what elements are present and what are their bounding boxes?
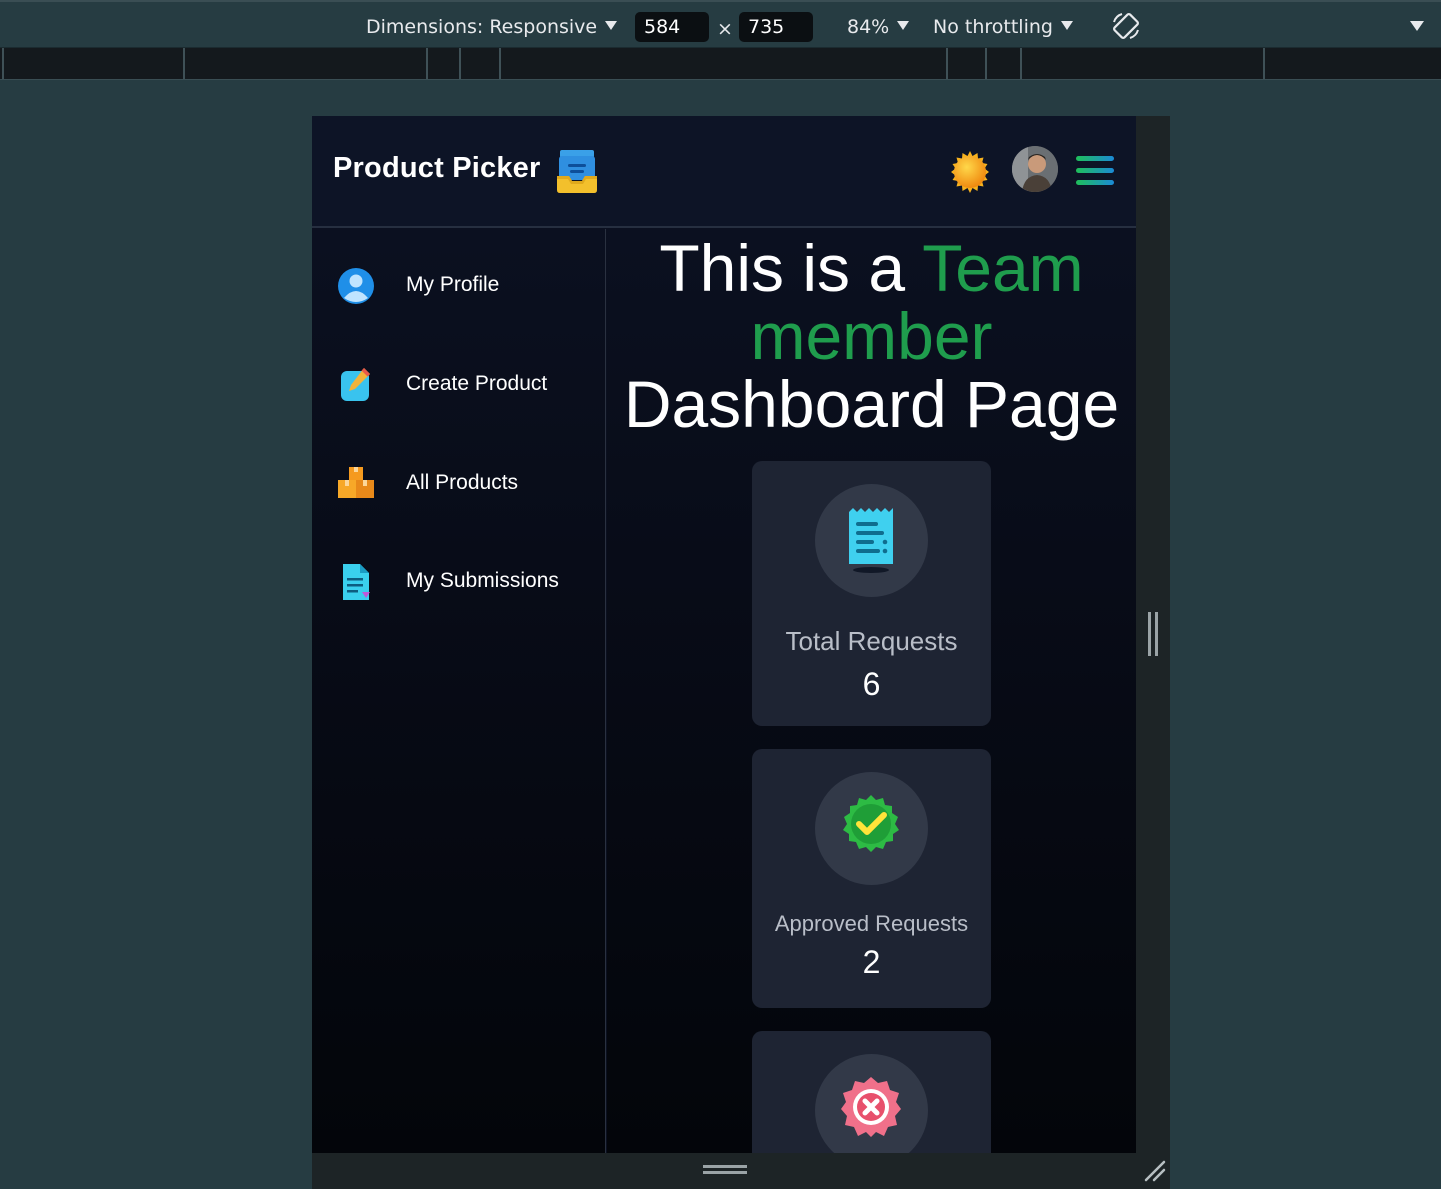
caret-down-icon bbox=[897, 21, 910, 30]
times-sign: × bbox=[717, 18, 733, 40]
dimensions-label: Dimensions: Responsive bbox=[366, 16, 598, 38]
heading-text: Dashboard Page bbox=[623, 367, 1120, 441]
sidebar-item-all-products[interactable]: All Products bbox=[336, 462, 596, 506]
sidebar-item-create-product[interactable]: Create Product bbox=[336, 363, 596, 407]
inbox-tray-icon bbox=[557, 150, 597, 193]
width-input[interactable]: 584 bbox=[635, 12, 709, 42]
boxes-icon bbox=[338, 467, 374, 498]
corner-resize-icon[interactable] bbox=[1142, 1158, 1166, 1182]
user-avatar[interactable] bbox=[1012, 146, 1058, 192]
brand-title[interactable]: Product Picker bbox=[333, 152, 541, 185]
icon-circle bbox=[815, 772, 928, 885]
avatar-photo-icon bbox=[1012, 146, 1058, 192]
receipt-icon bbox=[849, 508, 893, 573]
height-input[interactable]: 735 bbox=[739, 12, 813, 42]
heading-text: This is a bbox=[659, 231, 923, 305]
media-query-segment[interactable] bbox=[985, 48, 987, 79]
heading-highlight: member bbox=[750, 299, 993, 373]
rejected-badge-icon bbox=[841, 1077, 901, 1137]
main-content: This is a Team member Dashboard Page Tot… bbox=[607, 229, 1136, 1153]
media-query-segment[interactable] bbox=[1020, 48, 1022, 79]
stat-card-total-requests: Total Requests 6 bbox=[752, 461, 991, 726]
sidebar-item-my-submissions[interactable]: My Submissions bbox=[336, 560, 596, 604]
zoom-dropdown[interactable]: 84% bbox=[847, 15, 910, 39]
document-icon bbox=[343, 564, 370, 600]
throttling-label: No throttling bbox=[933, 16, 1053, 38]
width-resize-handle[interactable] bbox=[1148, 612, 1158, 656]
dimensions-dropdown[interactable]: Dimensions: Responsive bbox=[366, 15, 618, 39]
media-query-segment[interactable] bbox=[183, 48, 185, 79]
stat-card-rejected-requests bbox=[752, 1031, 991, 1153]
sidebar-item-label: Create Product bbox=[406, 372, 548, 395]
media-query-segment[interactable] bbox=[499, 48, 501, 79]
media-query-segment[interactable] bbox=[459, 48, 461, 79]
icon-circle bbox=[815, 1054, 928, 1153]
approved-badge-icon bbox=[843, 795, 899, 852]
caret-down-icon bbox=[1060, 21, 1073, 30]
rotate-icon[interactable] bbox=[1110, 10, 1142, 42]
more-options-icon[interactable] bbox=[1410, 21, 1424, 31]
sidebar-item-label: My Profile bbox=[406, 273, 500, 296]
card-title: Total Requests bbox=[785, 626, 958, 656]
pencil-note-icon bbox=[341, 368, 370, 401]
sidebar-item-label: All Products bbox=[406, 471, 519, 494]
icon-circle bbox=[815, 484, 928, 597]
media-query-segment[interactable] bbox=[2, 48, 4, 79]
media-query-segment[interactable] bbox=[946, 48, 948, 79]
media-query-segment[interactable] bbox=[426, 48, 428, 79]
card-value: 6 bbox=[862, 666, 881, 702]
card-title: Approved Requests bbox=[774, 911, 969, 936]
navbar: Product Picker bbox=[312, 116, 1136, 228]
height-resize-handle[interactable] bbox=[703, 1165, 747, 1174]
sidebar-item-my-profile[interactable]: My Profile bbox=[336, 264, 596, 308]
emulated-viewport: Product Picker My Profile Create Product… bbox=[312, 116, 1136, 1153]
sidebar: My Profile Create Product All Products M… bbox=[312, 229, 606, 1153]
zoom-label: 84% bbox=[847, 16, 890, 38]
heading-highlight: Team bbox=[922, 231, 1084, 305]
throttling-dropdown[interactable]: No throttling bbox=[933, 15, 1073, 39]
caret-down-icon bbox=[605, 21, 618, 30]
media-query-segment[interactable] bbox=[1263, 48, 1265, 79]
page-heading: This is a Team member Dashboard Page bbox=[607, 234, 1136, 438]
device-toolbar: Dimensions: Responsive 584 × 735 84% No … bbox=[0, 0, 1441, 48]
hamburger-menu-icon[interactable] bbox=[1076, 156, 1114, 186]
media-query-bar bbox=[0, 48, 1441, 80]
stat-card-approved-requests: Approved Requests 2 bbox=[752, 749, 991, 1008]
user-profile-icon bbox=[338, 268, 374, 304]
sidebar-item-label: My Submissions bbox=[406, 569, 559, 592]
card-value: 2 bbox=[862, 944, 881, 980]
sun-icon[interactable] bbox=[948, 150, 992, 194]
